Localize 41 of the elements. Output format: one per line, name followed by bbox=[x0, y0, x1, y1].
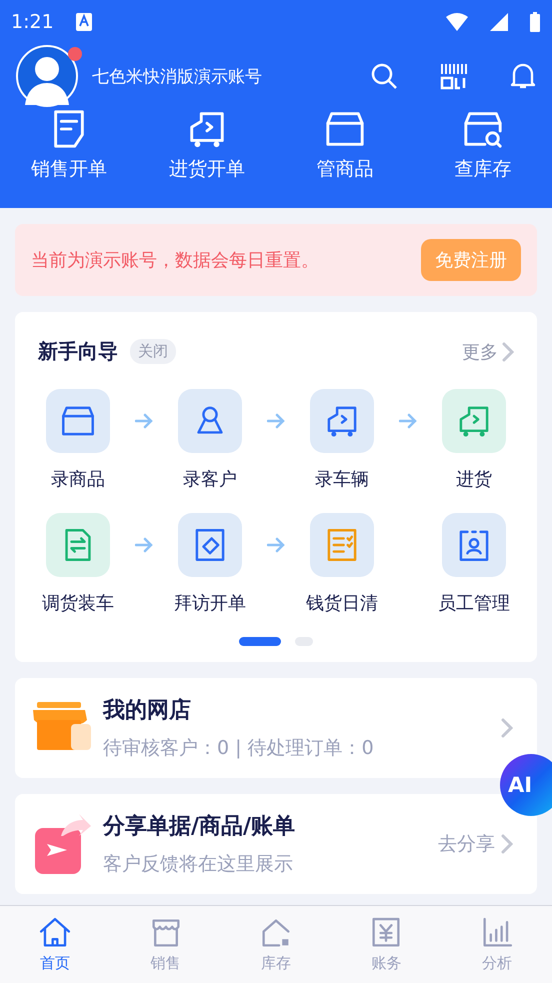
chevron-right-icon bbox=[501, 834, 513, 854]
guide-item[interactable]: 拜访开单 bbox=[162, 513, 258, 615]
quick-action-button[interactable]: 进货开单 bbox=[138, 108, 276, 182]
guide-item[interactable]: 录车辆 bbox=[294, 389, 390, 491]
shop-card[interactable]: 我的网店 待审核客户：0 | 待处理订单：0 bbox=[15, 678, 537, 778]
guide-item[interactable]: 录客户 bbox=[162, 389, 258, 491]
search-icon[interactable] bbox=[370, 62, 398, 90]
quick-action-button[interactable]: 管商品 bbox=[276, 108, 414, 182]
quick-action-button[interactable]: 查库存 bbox=[414, 108, 552, 182]
close-chip[interactable]: 关闭 bbox=[130, 339, 176, 364]
bell-icon[interactable] bbox=[510, 62, 536, 90]
guide-title: 新手向导 bbox=[38, 338, 118, 365]
wifi-icon bbox=[446, 13, 468, 31]
share-subtitle: 客户反馈将在这里展示 bbox=[103, 852, 294, 877]
quick-action-button[interactable]: 销售开单 bbox=[0, 108, 138, 182]
tab-bar-item[interactable]: 账务 bbox=[331, 906, 442, 983]
tab-bar-item[interactable]: 销售 bbox=[110, 906, 221, 983]
guide-item[interactable]: 员工管理 bbox=[426, 513, 522, 615]
shop-title: 我的网店 bbox=[103, 696, 192, 725]
share-card[interactable]: 分享单据/商品/账单 客户反馈将在这里展示 去分享 bbox=[15, 794, 537, 894]
tab-bar-item[interactable]: 首页 bbox=[0, 906, 110, 983]
account-name: 七色米快消版演示账号 bbox=[92, 66, 263, 88]
keyboard-icon bbox=[76, 13, 92, 31]
tab-bar-item[interactable]: 分析 bbox=[442, 906, 552, 983]
guide-item[interactable]: 进货 bbox=[426, 389, 522, 491]
tab-bar-item[interactable]: 库存 bbox=[220, 906, 332, 983]
guide-item[interactable]: 录商品 bbox=[30, 389, 126, 491]
status-time: 1:21 bbox=[11, 11, 54, 33]
battery-icon bbox=[530, 12, 540, 32]
guide-item[interactable]: 钱货日清 bbox=[294, 513, 390, 615]
more-link[interactable]: 更多 bbox=[462, 340, 514, 364]
barcode-scan-icon[interactable] bbox=[440, 62, 468, 90]
chevron-right-icon bbox=[502, 342, 514, 362]
chevron-right-icon bbox=[501, 718, 513, 738]
shop-status: 待审核客户：0 | 待处理订单：0 bbox=[103, 736, 375, 761]
notice-text: 当前为演示账号，数据会每日重置。 bbox=[31, 249, 319, 272]
guide-item[interactable]: 调货装车 bbox=[30, 513, 126, 615]
person-silhouette-icon bbox=[23, 55, 71, 105]
signal-icon bbox=[490, 13, 508, 31]
share-title: 分享单据/商品/账单 bbox=[103, 813, 296, 841]
share-link[interactable]: 去分享 bbox=[438, 831, 513, 857]
